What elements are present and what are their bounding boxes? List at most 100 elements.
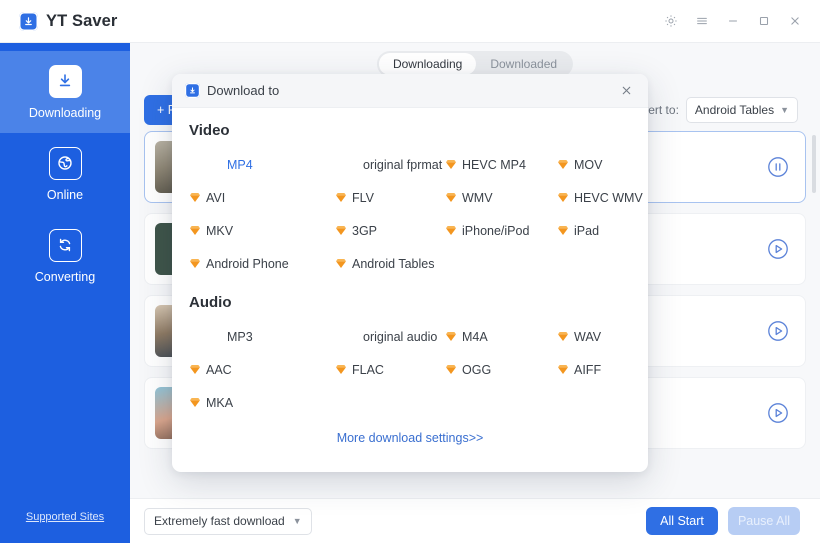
premium-gem-icon bbox=[445, 159, 457, 170]
app-title: YT Saver bbox=[46, 11, 118, 30]
globe-icon bbox=[48, 146, 82, 180]
format-option-android-phone[interactable]: Android Phone bbox=[189, 247, 335, 280]
sidebar-item-label: Converting bbox=[34, 269, 96, 284]
sidebar-item-converting[interactable]: Converting bbox=[0, 215, 130, 297]
format-option-iphone-ipod[interactable]: iPhone/iPod bbox=[445, 214, 557, 247]
play-button[interactable] bbox=[765, 400, 791, 426]
maximize-icon[interactable] bbox=[751, 8, 777, 34]
format-label: AAC bbox=[206, 362, 232, 377]
bottom-bar: Extremely fast download ▼ All Start Paus… bbox=[130, 498, 820, 543]
chevron-down-icon: ▼ bbox=[292, 516, 302, 526]
video-format-grid: MP4 original fprmat HEVC MP4 MOV AVI FLV… bbox=[172, 148, 648, 280]
format-option-hevc-mp4[interactable]: HEVC MP4 bbox=[445, 148, 557, 181]
format-option-flac[interactable]: FLAC bbox=[335, 353, 445, 386]
bottom-actions: All Start Pause All bbox=[646, 507, 800, 535]
all-start-button[interactable]: All Start bbox=[646, 507, 718, 535]
pause-button[interactable] bbox=[765, 154, 791, 180]
premium-gem-icon bbox=[189, 258, 201, 269]
window-controls bbox=[658, 8, 820, 34]
format-option-m4a[interactable]: M4A bbox=[445, 320, 557, 353]
app-window: YT Saver Downloading Online Converting S… bbox=[0, 0, 820, 543]
settings-gear-icon[interactable] bbox=[658, 8, 684, 34]
tab-downloading[interactable]: Downloading bbox=[378, 53, 477, 75]
format-option-aac[interactable]: AAC bbox=[189, 353, 335, 386]
pause-all-button[interactable]: Pause All bbox=[728, 507, 800, 535]
download-to-dialog: Download to Video MP4 original fprmat HE… bbox=[172, 74, 648, 472]
format-option-ipad[interactable]: iPad bbox=[557, 214, 648, 247]
format-label: HEVC MP4 bbox=[462, 157, 526, 172]
premium-gem-icon bbox=[335, 225, 347, 236]
download-speed-value: Extremely fast download bbox=[154, 514, 285, 528]
format-label: 3GP bbox=[352, 223, 378, 238]
download-box-icon bbox=[185, 83, 200, 98]
format-label: original fprmat bbox=[363, 157, 443, 172]
premium-gem-icon bbox=[557, 364, 569, 375]
format-option-mov[interactable]: MOV bbox=[557, 148, 648, 181]
sidebar-footer: Supported Sites bbox=[0, 507, 130, 543]
format-label: MKA bbox=[206, 395, 234, 410]
format-option-ogg[interactable]: OGG bbox=[445, 353, 557, 386]
dialog-body: Video MP4 original fprmat HEVC MP4 MOV A… bbox=[172, 108, 648, 472]
format-label: Android Phone bbox=[206, 256, 289, 271]
supported-sites-link[interactable]: Supported Sites bbox=[26, 511, 104, 523]
format-label: OGG bbox=[462, 362, 492, 377]
format-option-flv[interactable]: FLV bbox=[335, 181, 445, 214]
format-option-hevc-wmv[interactable]: HEVC WMV bbox=[557, 181, 648, 214]
minimize-icon[interactable] bbox=[720, 8, 746, 34]
convert-to-select[interactable]: Android Tables ▼ bbox=[685, 97, 798, 123]
premium-gem-icon bbox=[335, 258, 347, 269]
format-label: iPad bbox=[574, 223, 600, 238]
format-label: MKV bbox=[206, 223, 234, 238]
format-option-wmv[interactable]: WMV bbox=[445, 181, 557, 214]
sidebar-item-online[interactable]: Online bbox=[0, 133, 130, 215]
format-label: FLV bbox=[352, 190, 374, 205]
download-icon bbox=[48, 64, 82, 98]
format-label: WMV bbox=[462, 190, 493, 205]
play-button[interactable] bbox=[765, 236, 791, 262]
list-scrollbar[interactable] bbox=[812, 135, 816, 193]
play-button[interactable] bbox=[765, 318, 791, 344]
format-label: iPhone/iPod bbox=[462, 223, 530, 238]
dialog-title: Download to bbox=[207, 83, 280, 98]
close-icon[interactable] bbox=[782, 8, 808, 34]
format-label: MP3 bbox=[227, 329, 253, 344]
format-option-original-format[interactable]: original fprmat bbox=[335, 148, 445, 181]
download-speed-select[interactable]: Extremely fast download ▼ bbox=[144, 507, 312, 535]
format-option-original-audio[interactable]: original audio bbox=[335, 320, 445, 353]
section-heading-audio: Audio bbox=[189, 294, 232, 311]
format-label: AIFF bbox=[574, 362, 602, 377]
format-label: WAV bbox=[574, 329, 602, 344]
sidebar-item-label: Downloading bbox=[28, 105, 102, 120]
more-download-settings-link[interactable]: More download settings>> bbox=[172, 431, 648, 445]
format-label: Android Tables bbox=[352, 256, 435, 271]
format-option-avi[interactable]: AVI bbox=[189, 181, 335, 214]
format-option-wav[interactable]: WAV bbox=[557, 320, 648, 353]
download-box-icon bbox=[19, 11, 38, 31]
format-option-aiff[interactable]: AIFF bbox=[557, 353, 648, 386]
premium-gem-icon bbox=[445, 225, 457, 236]
format-label: MOV bbox=[574, 157, 603, 172]
format-option-3gp[interactable]: 3GP bbox=[335, 214, 445, 247]
sidebar: Downloading Online Converting Supported … bbox=[0, 43, 130, 543]
premium-gem-icon bbox=[189, 225, 201, 236]
sidebar-item-downloading[interactable]: Downloading bbox=[0, 51, 130, 133]
format-option-mkv[interactable]: MKV bbox=[189, 214, 335, 247]
format-option-mp4[interactable]: MP4 bbox=[189, 148, 335, 181]
title-bar: YT Saver bbox=[0, 0, 820, 43]
close-icon[interactable] bbox=[616, 81, 636, 101]
convert-to-value: Android Tables bbox=[694, 103, 775, 117]
premium-gem-icon bbox=[445, 331, 457, 342]
format-label: original audio bbox=[363, 329, 438, 344]
format-option-mp3[interactable]: MP3 bbox=[189, 320, 335, 353]
premium-gem-icon bbox=[189, 364, 201, 375]
tab-downloaded[interactable]: Downloaded bbox=[476, 53, 571, 75]
premium-gem-icon bbox=[335, 192, 347, 203]
chevron-down-icon: ▼ bbox=[780, 105, 789, 115]
format-option-android-tables[interactable]: Android Tables bbox=[335, 247, 445, 280]
premium-gem-icon bbox=[557, 192, 569, 203]
premium-gem-icon bbox=[189, 397, 201, 408]
convert-to-control: nvert to: Android Tables ▼ bbox=[636, 97, 798, 123]
format-label: AVI bbox=[206, 190, 226, 205]
menu-hamburger-icon[interactable] bbox=[689, 8, 715, 34]
format-option-mka[interactable]: MKA bbox=[189, 386, 335, 419]
